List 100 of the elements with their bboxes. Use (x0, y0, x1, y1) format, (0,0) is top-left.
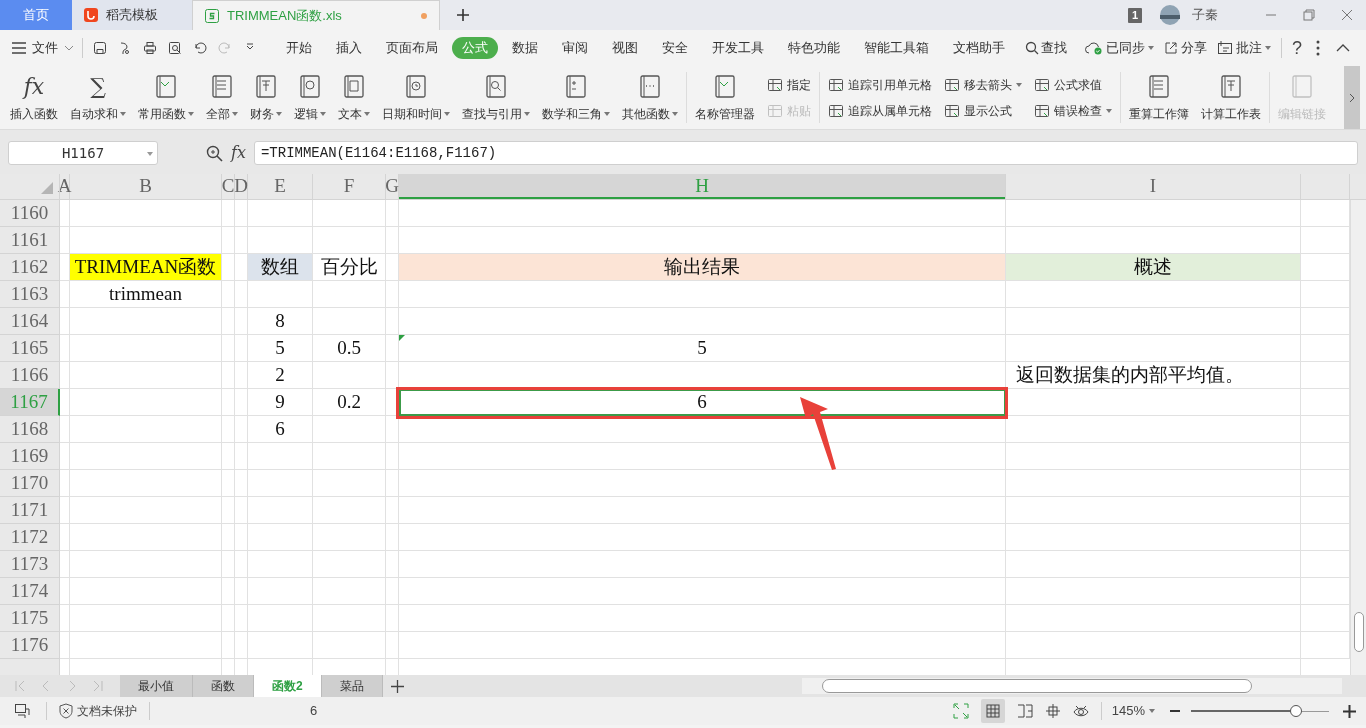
comment-button[interactable]: 批注 (1217, 38, 1271, 58)
layout-icon[interactable] (14, 703, 30, 719)
column-header[interactable]: E (248, 174, 313, 199)
column-header[interactable]: I (1006, 174, 1301, 199)
save-icon[interactable] (93, 41, 107, 55)
ribbon-tab[interactable]: 开发工具 (702, 37, 774, 59)
ribbon-button[interactable]: 文本 (334, 66, 374, 129)
row-header[interactable]: 1163 (0, 281, 60, 308)
row-header[interactable]: 1160 (0, 200, 60, 227)
row-header[interactable]: 1176 (0, 632, 60, 659)
page-break-icon[interactable] (1016, 703, 1033, 719)
ribbon-tab[interactable]: 智能工具箱 (854, 37, 939, 59)
row-header[interactable]: 1170 (0, 470, 60, 497)
column-header[interactable]: F (313, 174, 386, 199)
reading-mode-icon[interactable] (1044, 703, 1061, 719)
ribbon-button[interactable]: 错误检查 (1034, 101, 1112, 120)
sheet-tab[interactable]: 菜品 (321, 675, 383, 697)
ribbon-button[interactable]: 指定 (767, 75, 811, 94)
normal-view-icon[interactable] (980, 699, 1005, 723)
protection-status[interactable]: 文档未保护 (59, 702, 137, 720)
restore-icon[interactable] (1302, 8, 1316, 22)
grid-icon (828, 102, 844, 119)
ribbon-button[interactable]: 追踪从属单元格 (828, 101, 932, 120)
table-cell (60, 362, 70, 389)
vertical-scrollbar[interactable] (1350, 200, 1366, 675)
sync-button[interactable]: 已同步 (1085, 38, 1154, 58)
function-icon[interactable]: fx (231, 141, 246, 165)
horizontal-scrollbar[interactable] (802, 678, 1342, 694)
zoom-icon[interactable] (206, 144, 223, 162)
ribbon-button[interactable]: fx 插入函数 (6, 66, 62, 129)
undo-icon[interactable] (193, 41, 207, 55)
column-header[interactable]: D (235, 174, 248, 199)
column-header[interactable]: C (222, 174, 235, 199)
print-icon[interactable] (143, 41, 157, 55)
ribbon-button[interactable]: 数学和三角 (538, 66, 614, 129)
ribbon-button[interactable]: 移去箭头 (944, 75, 1022, 94)
row-header[interactable]: 1168 (0, 416, 60, 443)
ribbon-button[interactable]: 财务 (246, 66, 286, 129)
scrollbar-thumb[interactable] (822, 679, 1252, 693)
ribbon-tab[interactable]: 开始 (276, 37, 322, 59)
ribbon-tab[interactable]: 文档助手 (943, 37, 1015, 59)
ribbon-button[interactable]: 追踪引用单元格 (828, 75, 932, 94)
badge[interactable]: 1 (1127, 7, 1142, 23)
ribbon-button[interactable]: 日期和时间 (378, 66, 454, 129)
row-header[interactable]: 1173 (0, 551, 60, 578)
help-button[interactable]: ? (1292, 34, 1302, 62)
ribbon-tab[interactable]: 审阅 (552, 37, 598, 59)
ribbon-tab[interactable]: 插入 (326, 37, 372, 59)
ribbon-button[interactable]: 常用函数 (134, 66, 198, 129)
zoom-in-icon[interactable] (1343, 704, 1356, 718)
formula-field[interactable]: =TRIMMEAN(E1164:E1168,F1167) (253, 141, 1358, 165)
row-header[interactable]: 1166 (0, 362, 60, 389)
ribbon-tab[interactable]: 特色功能 (778, 37, 850, 59)
search-button[interactable]: 查找 (1025, 38, 1067, 58)
row-header[interactable]: 1162 (0, 254, 60, 281)
table-cell (386, 605, 399, 632)
close-icon[interactable] (1340, 8, 1354, 22)
row-header[interactable]: 1161 (0, 227, 60, 254)
ribbon-button[interactable]: 名称管理器 (691, 66, 759, 129)
fullscreen-icon[interactable] (952, 703, 969, 719)
title-tab[interactable]: 稻壳模板 (72, 0, 192, 30)
zoom-slider-thumb[interactable] (1289, 705, 1302, 717)
row-header[interactable]: 1164 (0, 308, 60, 335)
ribbon-button[interactable]: 全部 (202, 66, 242, 129)
collapse-icon[interactable] (1336, 44, 1350, 52)
ribbon-button[interactable]: 逻辑 (290, 66, 330, 129)
ribbon-button[interactable]: 重算工作簿 (1125, 66, 1193, 129)
ribbon-button[interactable]: 其他函数 (618, 66, 682, 129)
row-header[interactable]: 1171 (0, 497, 60, 524)
more-icon[interactable] (1316, 40, 1320, 56)
name-box[interactable]: H1167 (8, 141, 158, 165)
row-header[interactable]: 1174 (0, 578, 60, 605)
table-cell (248, 470, 313, 497)
scrollbar-thumb[interactable] (1354, 612, 1364, 652)
ribbon-tab[interactable]: 数据 (502, 37, 548, 59)
eye-icon[interactable] (1072, 703, 1089, 719)
brush-icon[interactable] (118, 41, 132, 55)
ribbon-button[interactable]: 计算工作表 (1197, 66, 1265, 129)
user-name[interactable]: 子秦 (1192, 5, 1218, 25)
ribbon-button[interactable]: 公式求值 (1034, 75, 1112, 94)
ribbon-button[interactable]: 显示公式 (944, 101, 1022, 120)
row-header[interactable]: 1165 (0, 335, 60, 362)
zoom-level[interactable]: 145% (1111, 701, 1155, 721)
row-header[interactable]: 1169 (0, 443, 60, 470)
grid-icon (1034, 76, 1050, 93)
column-header[interactable]: A (60, 174, 70, 199)
share-button[interactable]: 分享 (1164, 38, 1207, 58)
file-menu[interactable]: 文件 (12, 38, 74, 58)
row-header[interactable]: 1172 (0, 524, 60, 551)
ribbon-tab[interactable]: 安全 (652, 37, 698, 59)
ribbon-tab[interactable]: 视图 (602, 37, 648, 59)
ribbon-button[interactable]: 查找与引用 (458, 66, 534, 129)
print-preview-icon[interactable] (168, 41, 182, 55)
sheet-tab[interactable]: 函数 (193, 675, 254, 697)
sheet-tab[interactable]: 最小值 (120, 675, 193, 697)
ribbon-button[interactable]: ∑ 自动求和 (66, 66, 130, 129)
avatar-icon[interactable] (1160, 5, 1180, 25)
row-header[interactable]: 1175 (0, 605, 60, 632)
ribbon-tab[interactable]: 页面布局 (376, 37, 448, 59)
column-header[interactable]: B (70, 174, 222, 199)
